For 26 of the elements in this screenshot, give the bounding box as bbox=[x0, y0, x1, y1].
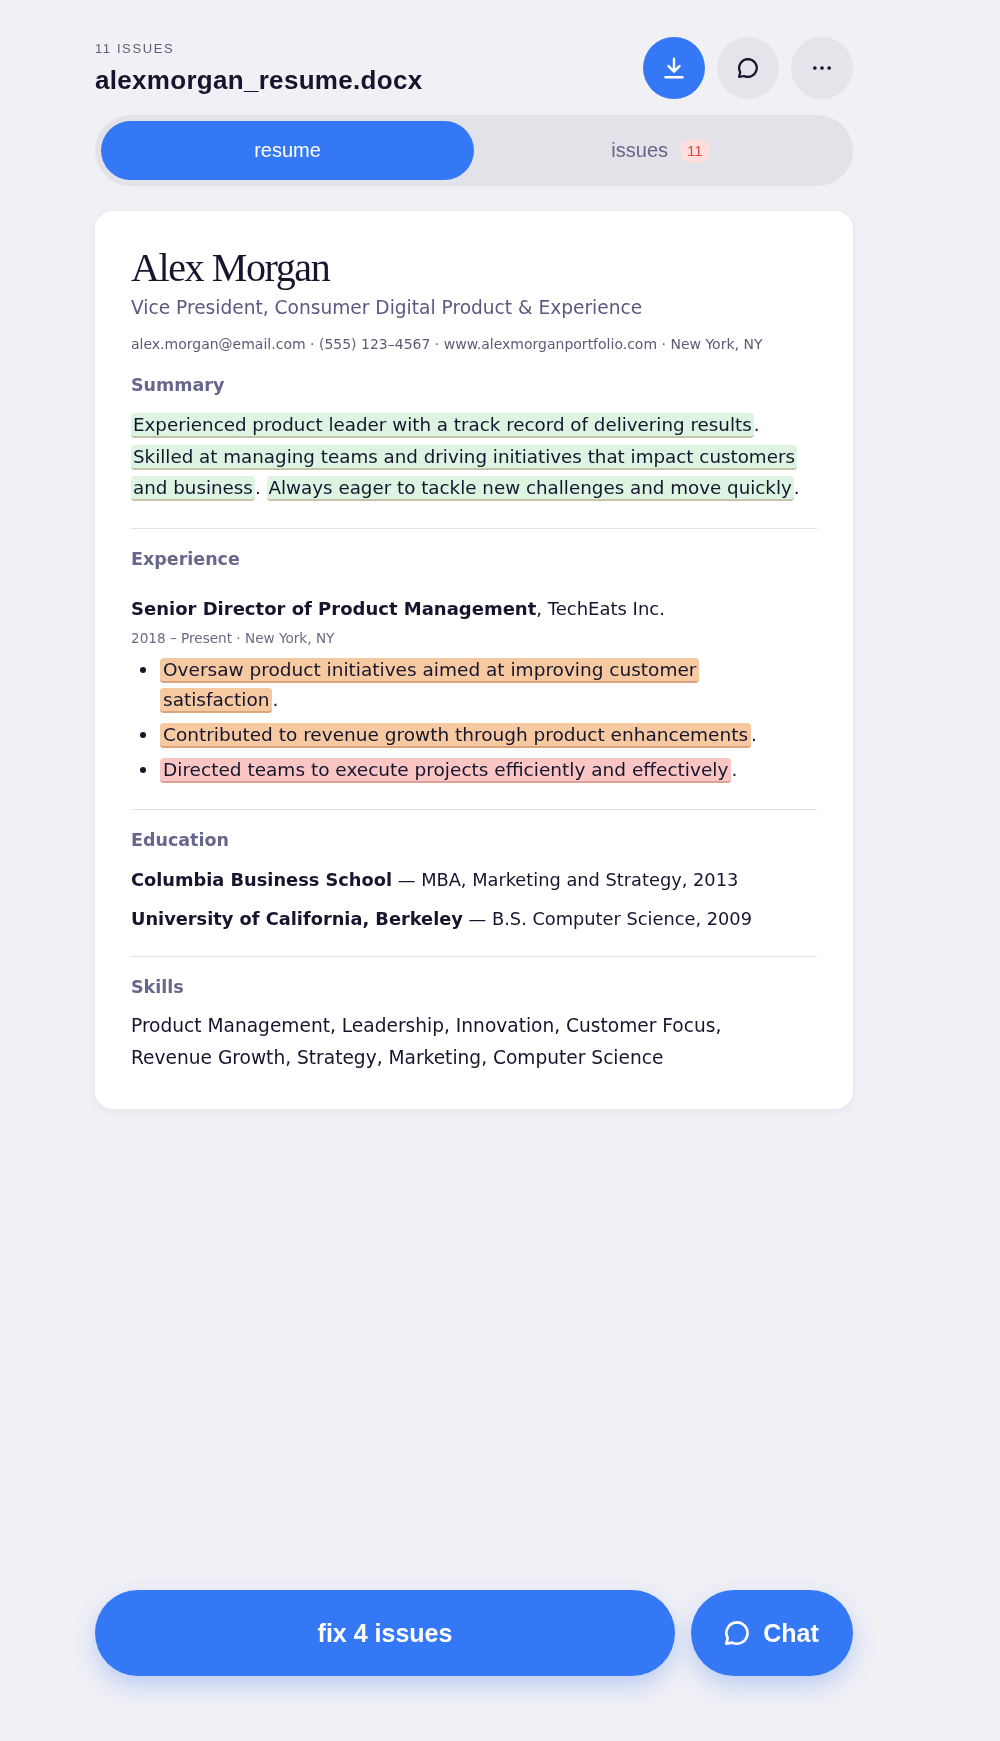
headline: Vice President, Consumer Digital Product & Experience bbox=[131, 296, 644, 320]
education-entry: University of California, Berkeley — B.S. Computer Science, 2009 bbox=[131, 906, 753, 931]
issue-count-label: 11 ISSUES bbox=[95, 41, 175, 57]
tab[interactable]: resume bbox=[101, 121, 474, 180]
bullet-icon bbox=[140, 666, 146, 673]
file-name: alexmorgan_resume.docx bbox=[95, 65, 423, 95]
skills-text: Product Management, Leadership, Innovation, Customer Focus, Revenue Growth, Strategy, Marketing, Computer Science bbox=[131, 1013, 723, 1070]
download-icon bbox=[664, 57, 684, 79]
section-heading: Education bbox=[131, 828, 230, 852]
chat-button[interactable]: Chat bbox=[691, 1590, 853, 1676]
job-meta: 2018 – Present · New York, NY bbox=[131, 628, 336, 648]
tab[interactable]: issues 11 bbox=[474, 121, 847, 180]
job-title: Senior Director of Product Management, TechEats Inc. bbox=[131, 596, 666, 621]
speech-bubble-icon bbox=[738, 58, 758, 78]
speech-bubble-icon bbox=[725, 1621, 750, 1645]
fix-issues-button[interactable]: fix 4 issues bbox=[95, 1590, 675, 1676]
bullet-icon bbox=[140, 766, 146, 773]
section-heading: Experience bbox=[131, 547, 241, 571]
section-heading: Summary bbox=[131, 374, 226, 397]
education-entry: Columbia Business School — MBA, Marketing and Strategy, 2013 bbox=[131, 867, 740, 892]
contact-line: alex.morgan@email.com · (555) 123–4567 · www.alexmorganportfolio.com · New York, NY bbox=[131, 335, 764, 354]
section-heading: Skills bbox=[131, 975, 185, 999]
candidate-name: Alex Morgan bbox=[131, 245, 331, 291]
count-badge: 11 bbox=[680, 138, 710, 163]
more-icon bbox=[813, 66, 831, 70]
bullet-icon bbox=[140, 731, 146, 738]
